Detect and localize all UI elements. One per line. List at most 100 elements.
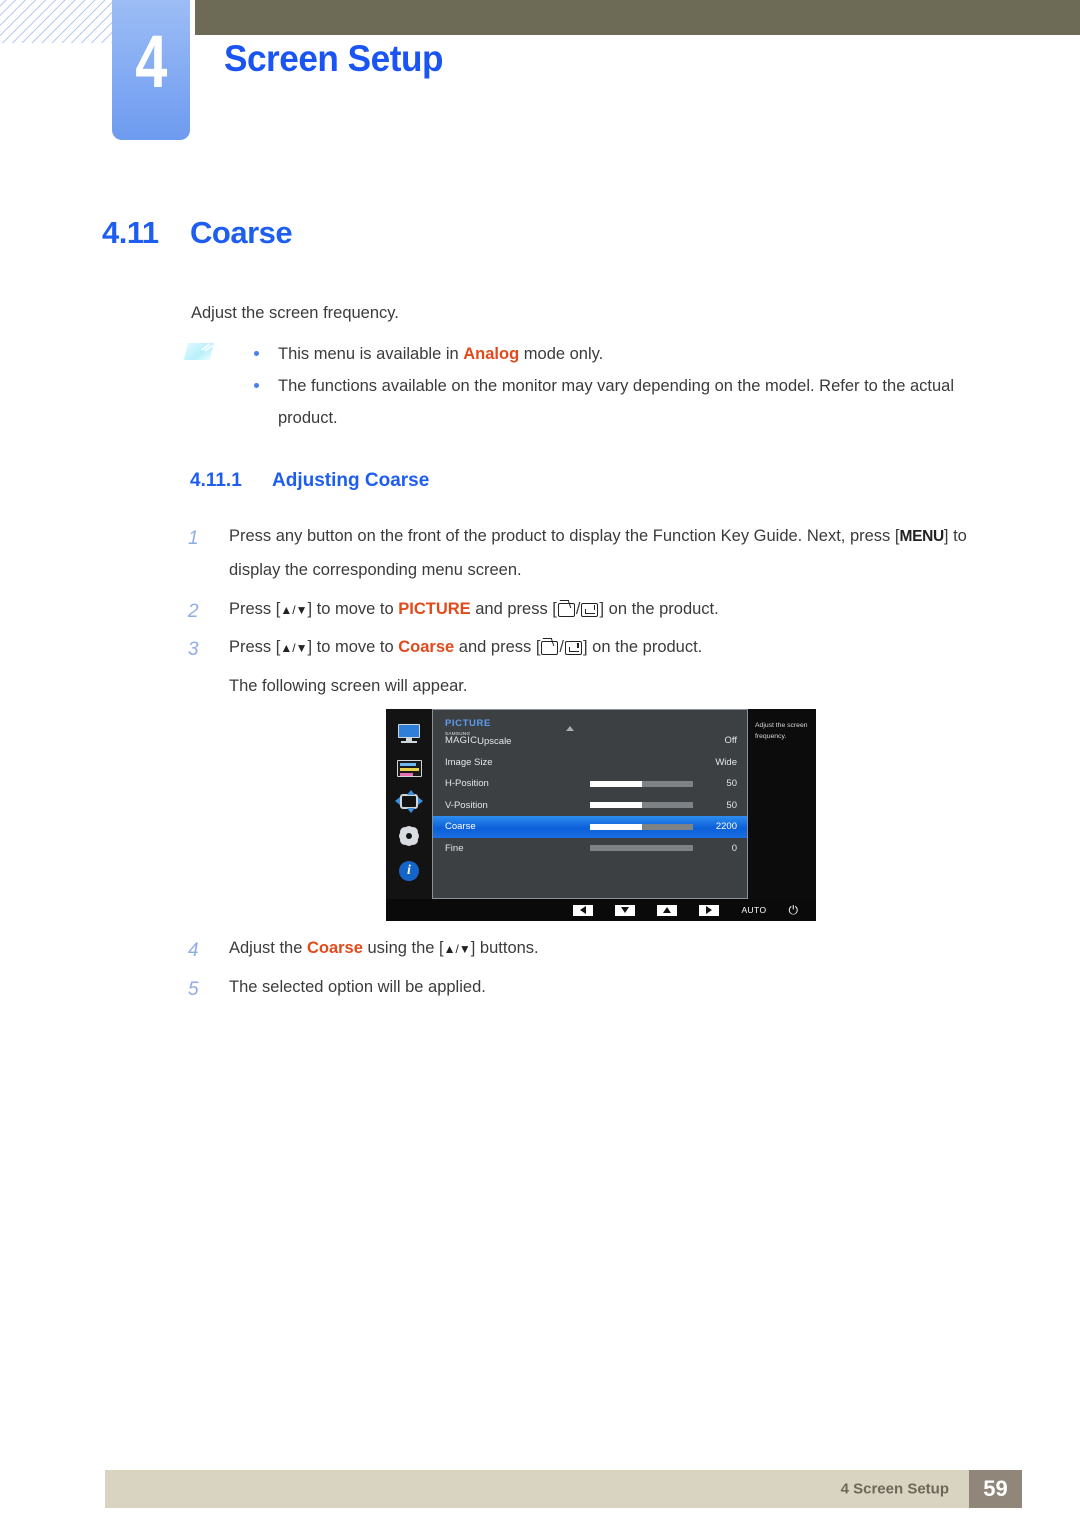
osd-row-h-position-slider[interactable]: [590, 780, 693, 787]
subsection-number: 4.11.1: [190, 470, 242, 491]
gear-icon[interactable]: [396, 826, 422, 847]
osd-row-v-position-label: V-Position: [445, 799, 488, 811]
osd-menu-title: PICTURE: [445, 718, 491, 729]
step-1-text-a: Press any button on the front of the pro…: [229, 527, 900, 545]
step-5-text-a: The selected option will be applied.: [229, 977, 486, 996]
step-2-text-a: Press [: [229, 599, 281, 618]
info-icon[interactable]: i: [396, 861, 422, 882]
step-4-text-c: ] buttons.: [470, 939, 539, 957]
step-1-menu-key: MENU: [899, 528, 944, 545]
section-number: 4.11: [102, 215, 159, 250]
step-4: 4 Adjust the Coarse using the [▲/▼] butt…: [188, 932, 998, 966]
osd-sidebar: i: [386, 709, 432, 899]
step-5-number: 5: [188, 978, 199, 1000]
step-2-text-c: and press [: [470, 599, 557, 618]
arrow-up-button[interactable]: [657, 904, 678, 916]
osd-row-coarse-slider[interactable]: [590, 823, 693, 830]
step-5: 5 The selected option will be applied.: [188, 971, 998, 1005]
monitor-icon[interactable]: [396, 723, 422, 744]
osd-screenshot: i PICTURE SAMSUNG MAGIC Upscale Off Imag…: [386, 709, 816, 921]
osd-row-coarse-label: Coarse: [445, 821, 476, 833]
osd-row-fine-label: Fine: [445, 842, 464, 854]
osd-row-coarse[interactable]: Coarse 2200: [433, 816, 747, 838]
osd-row-v-position-slider[interactable]: [590, 802, 693, 809]
osd-key-guide-bar: AUTO ⏻: [386, 899, 816, 921]
step-2: 2 Press [▲/▼] to move to PICTURE and pre…: [188, 593, 998, 627]
osd-row-v-position[interactable]: V-Position 50: [433, 795, 747, 817]
color-bars-icon[interactable]: [396, 760, 422, 777]
step-3-text-b: ] to move to: [307, 638, 399, 657]
arrow-left-button[interactable]: [573, 904, 594, 916]
osd-row-image-size-value: Wide: [715, 756, 737, 768]
osd-row-h-position-value: 50: [726, 778, 737, 790]
step-2-number: 2: [188, 600, 199, 622]
subsection-heading: 4.11.1 Adjusting Coarse: [190, 470, 429, 492]
osd-description-panel: Adjust the screen frequency.: [748, 709, 816, 899]
note-bullet-1-keyword: Analog: [463, 345, 520, 363]
note-bullet-1: This menu is available in Analog mode on…: [248, 338, 986, 370]
step-3-note: The following screen will appear.: [229, 677, 468, 696]
step-3-keyword: Coarse: [398, 638, 455, 657]
step-3-number: 3: [188, 639, 199, 661]
note-bullet-list: This menu is available in Analog mode on…: [248, 338, 986, 435]
step-2-arrows-icon: ▲/▼: [280, 602, 308, 617]
chapter-title: Screen Setup: [224, 38, 443, 79]
osd-row-h-position-label: H-Position: [445, 778, 489, 790]
upscale-label: Upscale: [477, 735, 512, 747]
source-key-icon: [557, 602, 575, 617]
footer-page-number: 59: [969, 1470, 1022, 1508]
section-intro: Adjust the screen frequency.: [191, 304, 399, 322]
section-heading: 4.11 Coarse: [102, 215, 293, 251]
osd-row-fine-slider[interactable]: [590, 845, 693, 852]
step-4-arrows-icon: ▲/▼: [443, 942, 471, 956]
arrow-right-button[interactable]: [699, 904, 720, 916]
step-1: 1 Press any button on the front of the p…: [188, 520, 998, 588]
osd-row-coarse-value: 2200: [715, 821, 737, 833]
step-2-keyword: PICTURE: [398, 599, 471, 618]
osd-row-magic-value: Off: [724, 735, 738, 747]
step-2-text-b: ] to move to: [307, 599, 399, 618]
step-list: 1 Press any button on the front of the p…: [188, 520, 998, 704]
step-4-text-a: Adjust the: [229, 939, 307, 957]
osd-row-magic-label: SAMSUNG MAGIC Upscale: [445, 731, 511, 746]
samsung-superscript: SAMSUNG: [445, 730, 471, 736]
power-button[interactable]: ⏻: [789, 904, 799, 916]
auto-button[interactable]: AUTO: [741, 905, 766, 915]
source-key-icon: [541, 641, 559, 656]
osd-menu-panel: PICTURE SAMSUNG MAGIC Upscale Off Image …: [432, 709, 748, 899]
screen-adjust-icon[interactable]: [395, 790, 423, 813]
step-3-text-c: and press [: [454, 638, 541, 657]
note-pencil-icon: [183, 343, 215, 360]
note-bullet-1-suffix: mode only.: [519, 345, 604, 363]
step-3: 3 Press [▲/▼] to move to Coarse and pres…: [188, 631, 998, 665]
chapter-number-tab: 4: [112, 0, 190, 140]
osd-row-fine[interactable]: Fine 0: [433, 838, 747, 860]
osd-row-h-position[interactable]: H-Position 50: [433, 773, 747, 795]
section-title: Coarse: [190, 215, 293, 250]
note-bullet-1-prefix: This menu is available in: [278, 345, 464, 363]
step-1-number: 1: [188, 528, 199, 549]
enter-key-icon: [581, 602, 599, 617]
step-4-keyword: Coarse: [306, 939, 363, 957]
osd-row-v-position-value: 50: [726, 799, 737, 811]
note-bullet-2: The functions available on the monitor m…: [248, 370, 986, 434]
osd-row-image-size[interactable]: Image Size Wide: [433, 752, 747, 774]
top-band: [195, 0, 1080, 35]
step-4-number: 4: [188, 940, 199, 961]
osd-row-magic-upscale[interactable]: SAMSUNG MAGIC Upscale Off: [433, 730, 747, 752]
step-3-text-a: Press [: [229, 638, 281, 657]
osd-row-fine-value: 0: [731, 842, 737, 854]
chapter-number: 4: [135, 20, 168, 103]
note-block: This menu is available in Analog mode on…: [183, 338, 986, 435]
arrow-down-button[interactable]: [615, 904, 636, 916]
step-3-arrows-icon: ▲/▼: [280, 641, 308, 656]
osd-body: i PICTURE SAMSUNG MAGIC Upscale Off Imag…: [386, 709, 816, 899]
step-4-text-b: using the [: [362, 939, 444, 957]
subsection-title: Adjusting Coarse: [272, 470, 430, 491]
step-3-text-d: ] on the product.: [583, 638, 703, 657]
decorative-hatch-pattern: [0, 0, 112, 43]
step-list-continued: 4 Adjust the Coarse using the [▲/▼] butt…: [188, 932, 998, 1010]
osd-row-image-size-label: Image Size: [445, 756, 493, 768]
footer-label: 4 Screen Setup: [840, 1480, 949, 1498]
magic-label: MAGIC: [445, 735, 478, 746]
